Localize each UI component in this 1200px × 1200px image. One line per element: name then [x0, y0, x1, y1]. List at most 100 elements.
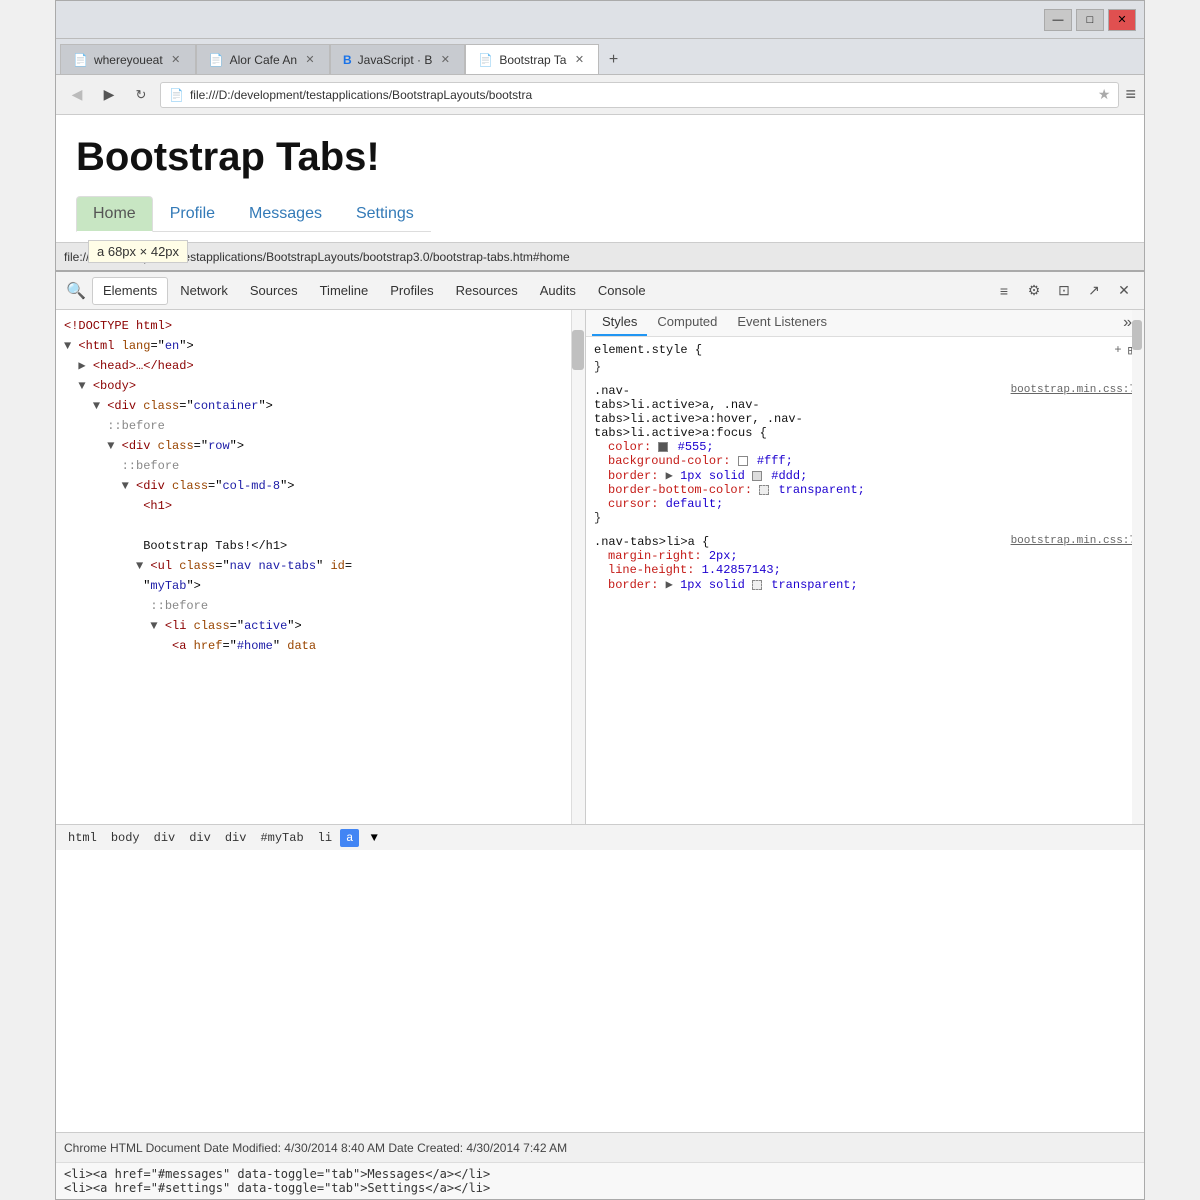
main-content: Bootstrap Tabs! Home Profile Messages Se… [56, 115, 1144, 1132]
transparent-swatch[interactable] [752, 580, 762, 590]
back-button[interactable]: ◀ [64, 82, 90, 108]
devtools-tab-sources[interactable]: Sources [240, 277, 308, 305]
tab-close-1[interactable]: ✕ [169, 53, 183, 67]
dom-arrow-3[interactable]: ▼ [78, 379, 85, 393]
styles-tab-styles[interactable]: Styles [592, 310, 647, 336]
dom-line-12[interactable]: Bootstrap Tabs!</h1> [56, 536, 585, 556]
devtools-tab-console[interactable]: Console [588, 277, 656, 305]
dom-arrow-6[interactable]: ▼ [122, 479, 129, 493]
chrome-window: — □ ✕ 📄 whereyoueat ✕ 📄 Alor Cafe An ✕ B… [55, 0, 1145, 1200]
forward-button[interactable]: ▶ [96, 82, 122, 108]
bc-html[interactable]: html [62, 829, 103, 847]
dom-panel: <!DOCTYPE html> ▼ <html lang="en"> ▶ <he… [56, 310, 586, 824]
devtools-tab-profiles[interactable]: Profiles [380, 277, 443, 305]
url-bar[interactable]: 📄 file:///D:/development/testapplication… [160, 82, 1119, 108]
maximize-button[interactable]: □ [1076, 9, 1104, 31]
browser-tab-4[interactable]: 📄 Bootstrap Ta ✕ [465, 44, 599, 74]
dom-line-3[interactable]: ▶ <head>…</head> [56, 356, 585, 376]
border-arrow-2[interactable]: ▶ [666, 578, 673, 592]
tab-label-2: Alor Cafe An [230, 53, 297, 67]
reload-button[interactable]: ↻ [128, 82, 154, 108]
dom-line-4[interactable]: ▼ <body> [56, 376, 585, 396]
devtools-dock-button[interactable]: ↗ [1080, 277, 1108, 305]
bs-tab-home[interactable]: Home [76, 196, 153, 232]
bs-tab-settings[interactable]: Settings [339, 196, 431, 232]
source-3[interactable]: bootstrap.min.css:7 [1011, 535, 1136, 549]
dom-arrow-4[interactable]: ▼ [93, 399, 100, 413]
devtools-tab-audits[interactable]: Audits [530, 277, 586, 305]
bc-mytab[interactable]: #myTab [254, 829, 309, 847]
styles-scrollbar[interactable] [1132, 310, 1144, 824]
dom-arrow-8[interactable]: ▼ [150, 619, 157, 633]
bs-tab-profile[interactable]: Profile [153, 196, 232, 232]
bg-swatch[interactable] [738, 456, 748, 466]
dom-arrow-5[interactable]: ▼ [107, 439, 114, 453]
style-prop-cursor: cursor: default; [608, 497, 1136, 511]
dom-line-13[interactable]: ▼ <ul class="nav nav-tabs" id= [56, 556, 585, 576]
minimize-button[interactable]: — [1044, 9, 1072, 31]
devtools-tab-elements[interactable]: Elements [92, 277, 168, 305]
source-2[interactable]: bootstrap.min.css:7 [1011, 384, 1136, 396]
border-arrow[interactable]: ▶ [666, 469, 673, 483]
webpage: Bootstrap Tabs! Home Profile Messages Se… [56, 115, 1144, 242]
dom-tree[interactable]: <!DOCTYPE html> ▼ <html lang="en"> ▶ <he… [56, 310, 585, 824]
bc-div-2[interactable]: div [183, 829, 217, 847]
dom-arrow[interactable]: ▼ [64, 339, 71, 353]
styles-scrollbar-thumb[interactable] [1132, 320, 1142, 350]
browser-tab-2[interactable]: 📄 Alor Cafe An ✕ [196, 44, 330, 74]
color-swatch-1[interactable] [658, 442, 668, 452]
url-icon: 📄 [169, 88, 184, 102]
style-rule-nav-tabs: .nav-tabs>li.active>a, .nav-tabs>li.acti… [594, 384, 1136, 525]
new-tab-button[interactable]: + [599, 46, 627, 74]
styles-tabs-bar: Styles Computed Event Listeners » [586, 310, 1144, 337]
add-style-button[interactable]: + [1114, 343, 1121, 360]
styles-tab-computed[interactable]: Computed [647, 310, 727, 336]
tab-close-4[interactable]: ✕ [572, 53, 586, 67]
rule-header-1: element.style { + ⊞ [594, 343, 1136, 360]
dom-line-5[interactable]: ▼ <div class="container"> [56, 396, 585, 416]
bc-div-1[interactable]: div [148, 829, 182, 847]
bc-body[interactable]: body [105, 829, 146, 847]
bc-div-3[interactable]: div [219, 829, 253, 847]
bookmark-icon[interactable]: ★ [1098, 86, 1111, 103]
browser-tab-3[interactable]: B JavaScript · B ✕ [330, 44, 465, 74]
bc-li[interactable]: li [312, 829, 338, 847]
breadcrumb-scroll-down[interactable]: ▼ [361, 828, 387, 848]
dom-scrollbar[interactable] [571, 310, 585, 824]
devtools-close-button[interactable]: ✕ [1110, 277, 1138, 305]
styles-tab-event-listeners[interactable]: Event Listeners [727, 310, 837, 336]
tab-close-2[interactable]: ✕ [303, 53, 317, 67]
border-swatch[interactable] [752, 471, 762, 481]
devtools-tab-resources[interactable]: Resources [446, 277, 528, 305]
dom-line-17[interactable]: <a href="#home" data [56, 636, 585, 656]
devtools-settings-button[interactable]: ⚙ [1020, 277, 1048, 305]
tab-close-3[interactable]: ✕ [438, 53, 452, 67]
dom-line-2[interactable]: ▼ <html lang="en"> [56, 336, 585, 356]
dom-line-7[interactable]: ▼ <div class="row"> [56, 436, 585, 456]
browser-tab-1[interactable]: 📄 whereyoueat ✕ [60, 44, 196, 74]
devtools-action-3[interactable]: ⊡ [1050, 277, 1078, 305]
closing-brace-2: } [594, 511, 601, 525]
dom-line-16[interactable]: ▼ <li class="active"> [56, 616, 585, 636]
selector-2: .nav-tabs>li.active>a, .nav-tabs>li.acti… [594, 384, 803, 440]
devtools-tab-timeline[interactable]: Timeline [310, 277, 379, 305]
devtools-search-button[interactable]: 🔍 [62, 277, 90, 305]
url-text: file:///D:/development/testapplications/… [190, 88, 1092, 102]
dom-line-10[interactable]: <h1> [56, 496, 585, 516]
bs-tab-messages[interactable]: Messages [232, 196, 339, 232]
devtools-action-1[interactable]: ≡ [990, 277, 1018, 305]
dom-line-9[interactable]: ▼ <div class="col-md-8"> [56, 476, 585, 496]
chrome-menu-button[interactable]: ≡ [1125, 84, 1136, 105]
devtools-tab-network[interactable]: Network [170, 277, 238, 305]
border-bottom-swatch[interactable] [759, 485, 769, 495]
dom-scrollbar-thumb[interactable] [572, 330, 584, 370]
bc-a[interactable]: a [340, 829, 359, 847]
bottom-bar-text: Chrome HTML Document Date Modified: 4/30… [64, 1141, 567, 1155]
devtools-breadcrumb: html body div div div #myTab li a ▼ [56, 824, 1144, 850]
style-prop-border: border: ▶ 1px solid #ddd; [608, 468, 1136, 483]
dom-line-8: ::before [56, 456, 585, 476]
title-bar: — □ ✕ [56, 1, 1144, 39]
close-button[interactable]: ✕ [1108, 9, 1136, 31]
dom-arrow-7[interactable]: ▼ [136, 559, 143, 573]
dom-arrow-2[interactable]: ▶ [78, 359, 85, 373]
